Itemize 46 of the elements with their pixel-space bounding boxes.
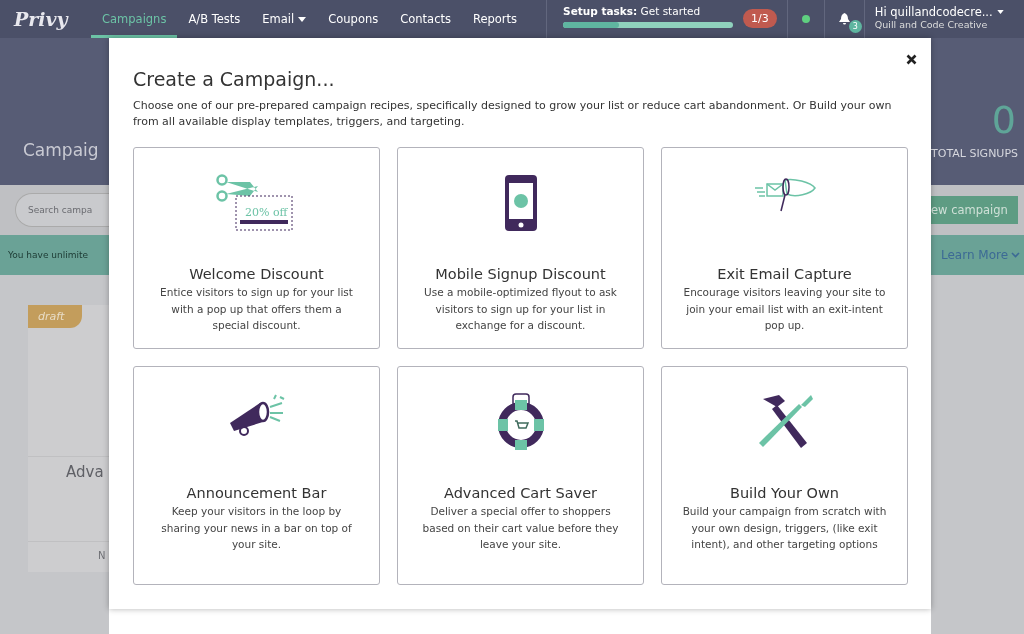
megaphone-icon [227,393,286,437]
nav-tab[interactable]: Email [251,0,318,38]
task-count-badge: 1/3 [743,9,777,28]
caret-icon [996,10,1004,14]
dialog-description: Choose one of our pre-prepared campaign recipes, specifically designed to grow your list or reduce cart abandonment. Or Build your own from all available display templates, triggers, and targeting. [133,98,893,130]
nav-tab[interactable]: A/B Tests [177,0,252,38]
banner-text: You have unlimite [7,250,89,260]
page-heading: Campaig [22,140,100,160]
draft-badge: draft [28,305,82,328]
recipe-title: Mobile Signup Discount [435,266,606,282]
recipe-description: Use a mobile-optimized flyout to ask visitors to sign up for your list in exchange for a discount. [423,285,618,333]
nav-tab[interactable]: Contacts [389,0,462,38]
bell-icon[interactable] [838,13,850,25]
recipe-title: Advanced Cart Saver [443,485,598,501]
recipe-title: Welcome Discount [189,266,324,282]
scissors-coupon-drawing: 20% off [215,174,298,232]
chevron-down-icon [1011,252,1021,258]
recipe-card[interactable]: Exit Email Capture Encourage visitors leaving your site to join your email list with an exit-intent pop up. [661,147,908,349]
recipe-description: Encourage visitors leaving your site to join your email list with an exit-intent pop up. [682,285,887,333]
campaign-card[interactable]: draft Adva N [28,305,109,572]
recipe-description: Keep your visitors in the loop by sharing your news in a bar on top of your site. [160,504,353,552]
close-icon [906,54,917,65]
cart-lifebuoy-icon [496,393,545,451]
recipe-title: Build Your Own [729,485,839,501]
user-greeting[interactable]: Hi quillandcodecre... [874,5,993,19]
phone-icon [503,174,538,232]
company-name: Quill and Code Creative [874,19,989,30]
recipe-card[interactable]: Advanced Cart Saver Deliver a special offer to shoppers based on their cart value before they leave your site. [397,366,644,585]
setup-tasks-text[interactable]: Setup tasks: Get started [563,5,734,17]
recipe-description: Deliver a special offer to shoppers based on their cart value before they leave your site. [421,504,620,552]
nav-tab[interactable]: Coupons [317,0,390,38]
status-dot [801,15,810,23]
signups-count: 0 [990,101,1017,139]
signups-label: TOTAL SIGNUPS [931,147,1020,160]
recipe-card[interactable]: Announcement Bar Keep your visitors in the loop by sharing your news in a bar on top of your site. [133,366,380,585]
recipe-card[interactable]: Build Your Own Build your campaign from scratch with your own design, triggers, (like exit intent), and other targeting options [661,366,908,585]
recipe-title: Exit Email Capture [717,266,852,282]
recipe-title: Announcement Bar [186,485,327,501]
recipe-card[interactable]: 20% off Welcome Discount Entice visitors to sign up for your list with a pop up that offers them a special discount. [133,147,380,349]
recipe-description: Entice visitors to sign up for your list with a pop up that offers them a special discount. [159,285,354,333]
notification-badge: 3 [848,20,862,33]
dialog-title: Create a Campaign... [133,68,336,90]
nav-tab[interactable]: Reports [461,0,529,38]
logo[interactable]: Privy [0,0,91,38]
recipe-card[interactable]: Mobile Signup Discount Use a mobile-optimized flyout to ask visitors to sign up for your list in exchange for a discount. [397,147,644,349]
recipe-description: Build your campaign from scratch with your own design, triggers, (like exit intent), and other targeting options [682,504,887,552]
